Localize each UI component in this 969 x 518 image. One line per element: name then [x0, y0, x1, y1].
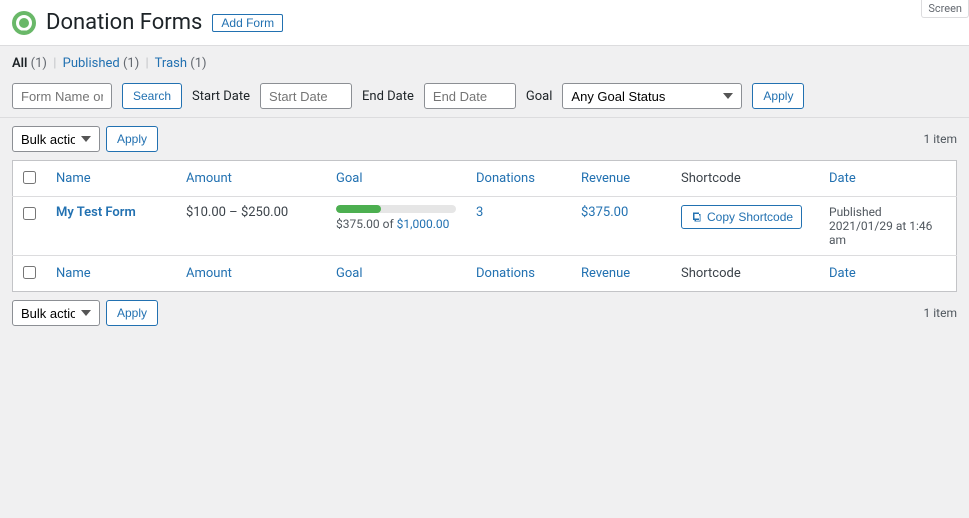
view-trash-count: (1)	[190, 56, 206, 71]
end-date-input[interactable]	[424, 83, 516, 109]
bulk-apply-top[interactable]: Apply	[106, 126, 158, 152]
col-donations[interactable]: Donations	[476, 171, 535, 186]
table-footer-row: Name Amount Goal Donations Revenue Short…	[13, 256, 957, 292]
bulk-apply-bottom[interactable]: Apply	[106, 300, 158, 326]
table-header-row: Name Amount Goal Donations Revenue Short…	[13, 161, 957, 197]
forms-table: Name Amount Goal Donations Revenue Short…	[12, 160, 957, 292]
col-shortcode-foot: Shortcode	[681, 266, 741, 281]
col-name[interactable]: Name	[56, 171, 91, 186]
table-row: My Test Form $10.00 – $250.00 $375.00 of…	[13, 197, 957, 256]
form-amount: $10.00 – $250.00	[186, 205, 288, 220]
give-logo-icon	[12, 11, 36, 35]
date-cell: Published 2021/01/29 at 1:46 am	[819, 197, 957, 256]
view-published[interactable]: Published	[63, 56, 120, 71]
view-all-count: (1)	[31, 56, 47, 71]
item-count-bottom: 1 item	[924, 306, 957, 320]
filter-bar: Search Start Date End Date Goal Any Goal…	[0, 71, 969, 118]
row-select[interactable]	[23, 207, 36, 220]
goal-progress-bar	[336, 205, 456, 213]
add-form-button[interactable]: Add Form	[212, 14, 283, 32]
revenue-link[interactable]: $375.00	[581, 205, 628, 220]
goal-text: $375.00 of $1,000.00	[336, 217, 456, 231]
col-amount[interactable]: Amount	[186, 171, 232, 186]
goal-progress-fill	[336, 205, 381, 213]
screen-options-tab[interactable]: Screen	[921, 0, 969, 18]
col-name-foot[interactable]: Name	[56, 266, 91, 281]
goal-target-link[interactable]: $1,000.00	[397, 217, 450, 231]
donations-link[interactable]: 3	[476, 205, 483, 220]
view-trash[interactable]: Trash	[155, 56, 187, 71]
col-date-foot[interactable]: Date	[829, 266, 856, 281]
view-filters: All (1) | Published (1) | Trash (1)	[0, 46, 969, 71]
view-published-count: (1)	[123, 56, 139, 71]
start-date-label: Start Date	[192, 89, 250, 104]
goal-label: Goal	[526, 89, 553, 104]
col-revenue[interactable]: Revenue	[581, 171, 630, 186]
form-title-link[interactable]: My Test Form	[56, 205, 136, 220]
col-date[interactable]: Date	[829, 171, 856, 186]
filter-apply-button[interactable]: Apply	[752, 83, 804, 109]
col-revenue-foot[interactable]: Revenue	[581, 266, 630, 281]
view-all[interactable]: All	[12, 56, 27, 71]
goal-status-select[interactable]: Any Goal Status	[562, 83, 742, 109]
start-date-input[interactable]	[260, 83, 352, 109]
bulk-action-select-top[interactable]: Bulk actions	[12, 126, 100, 152]
page-header: Donation Forms Add Form Screen	[0, 0, 969, 46]
item-count-top: 1 item	[924, 132, 957, 146]
end-date-label: End Date	[362, 89, 414, 104]
bulk-actions-top: Bulk actions Apply 1 item	[0, 118, 969, 160]
copy-icon	[690, 211, 702, 223]
bulk-action-select-bottom[interactable]: Bulk actions	[12, 300, 100, 326]
col-goal[interactable]: Goal	[336, 171, 363, 186]
page-title: Donation Forms	[46, 10, 202, 35]
select-all-top[interactable]	[23, 171, 36, 184]
select-all-bottom[interactable]	[23, 266, 36, 279]
col-donations-foot[interactable]: Donations	[476, 266, 535, 281]
bulk-actions-bottom: Bulk actions Apply 1 item	[0, 292, 969, 334]
col-goal-foot[interactable]: Goal	[336, 266, 363, 281]
col-amount-foot[interactable]: Amount	[186, 266, 232, 281]
search-input[interactable]	[12, 83, 112, 109]
col-shortcode: Shortcode	[681, 171, 741, 186]
search-button[interactable]: Search	[122, 83, 182, 109]
copy-shortcode-button[interactable]: Copy Shortcode	[681, 205, 802, 229]
